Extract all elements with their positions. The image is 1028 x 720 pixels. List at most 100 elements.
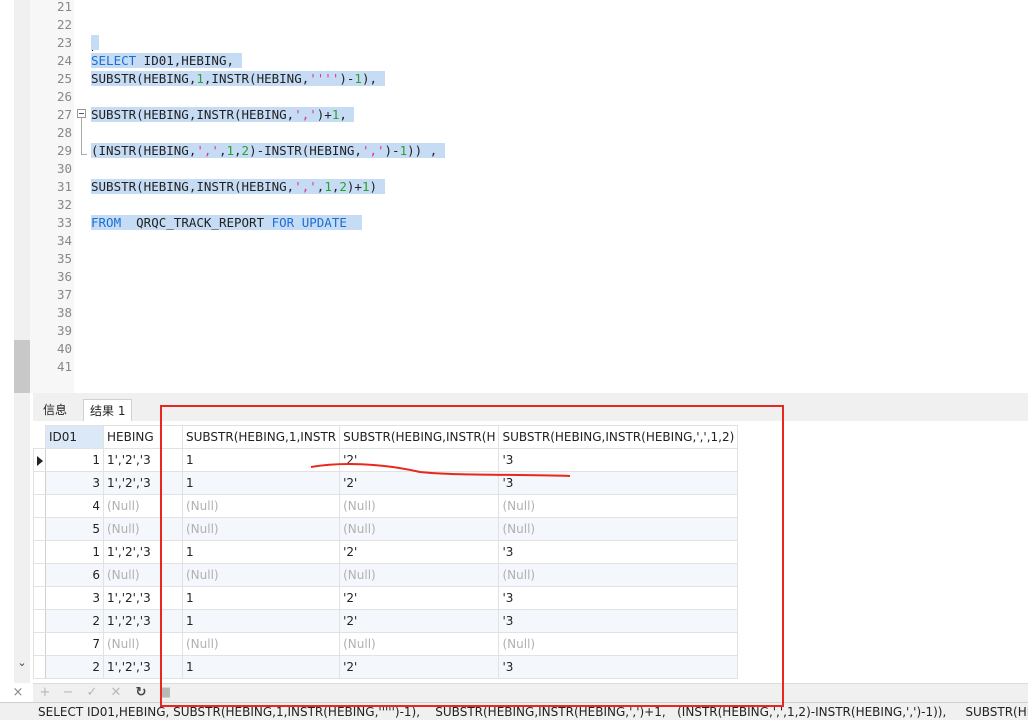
code-line-23[interactable] <box>91 34 99 52</box>
cell-hebing[interactable]: (Null) <box>103 632 183 656</box>
cell-substr-1[interactable]: 1 <box>181 655 341 679</box>
chevron-down-icon[interactable]: ⌄ <box>16 656 28 670</box>
column-header-substr-3[interactable]: SUBSTR(HEBING,INSTR(HEBING,',',1,2) <box>498 425 739 449</box>
cell-substr-3[interactable]: '3 <box>498 471 739 495</box>
result-grid[interactable]: ID01 HEBING SUBSTR(HEBING,1,INSTR SUBSTR… <box>33 421 1028 683</box>
row-indicator[interactable] <box>33 586 46 610</box>
cell-substr-2[interactable]: '2' <box>339 609 500 633</box>
cell-id01[interactable]: 2 <box>45 655 104 679</box>
cell-substr-1[interactable]: (Null) <box>181 632 341 656</box>
cell-id01[interactable]: 3 <box>45 586 104 610</box>
cell-id01[interactable]: 4 <box>45 494 104 518</box>
cell-substr-1[interactable]: 1 <box>181 471 341 495</box>
row-indicator[interactable] <box>33 471 46 495</box>
result-table[interactable]: ID01 HEBING SUBSTR(HEBING,1,INSTR SUBSTR… <box>33 425 739 679</box>
tab-result-1[interactable]: 结果 1 <box>83 399 133 421</box>
sql-editor[interactable]: 21 22 23 24 25 26 27 28 29 30 31 32 33 34 35 36 37 38 39 40… <box>0 0 1028 393</box>
cell-substr-3[interactable]: '3 <box>498 540 739 564</box>
column-header-substr-1[interactable]: SUBSTR(HEBING,1,INSTR <box>181 425 341 449</box>
cell-substr-1[interactable]: 1 <box>181 540 341 564</box>
cell-id01[interactable]: 3 <box>45 471 104 495</box>
cell-hebing[interactable]: 1','2','3 <box>103 655 183 679</box>
editor-vertical-scrollbar[interactable] <box>14 0 30 393</box>
cell-substr-2[interactable]: (Null) <box>339 494 500 518</box>
table-row[interactable]: 1 1','2','3 1'2' '3 <box>33 540 739 564</box>
cell-hebing[interactable]: (Null) <box>103 494 183 518</box>
cross-icon[interactable]: ✕ <box>108 685 124 701</box>
table-row[interactable]: 7 (Null) (Null) (Null) (Null) <box>33 632 739 656</box>
cell-id01[interactable]: 6 <box>45 563 104 587</box>
column-header-substr-2[interactable]: SUBSTR(HEBING,INSTR(H <box>339 425 500 449</box>
tab-info[interactable]: 信息 <box>37 399 73 421</box>
fold-toggle-icon[interactable] <box>77 109 86 118</box>
cell-substr-1[interactable]: 1 <box>181 448 341 472</box>
cell-substr-1[interactable]: (Null) <box>181 517 341 541</box>
column-header-hebing[interactable]: HEBING <box>103 425 161 449</box>
cell-id01[interactable]: 1 <box>45 540 104 564</box>
row-indicator[interactable] <box>33 655 46 679</box>
cell-substr-3[interactable]: (Null) <box>498 517 739 541</box>
cell-substr-2[interactable]: (Null) <box>339 563 500 587</box>
table-row[interactable]: 4 (Null) (Null) (Null) (Null) <box>33 494 739 518</box>
cell-substr-3[interactable]: '3 <box>498 586 739 610</box>
code-line-24[interactable]: SELECT ID01,HEBING, <box>91 52 242 70</box>
cell-id01[interactable]: 1 <box>45 448 104 472</box>
cell-substr-2[interactable]: '2' <box>339 471 500 495</box>
cell-hebing[interactable]: 1','2','3 <box>103 609 183 633</box>
cell-substr-2[interactable]: '2' <box>339 586 500 610</box>
cell-substr-2[interactable]: '2' <box>339 448 500 472</box>
row-indicator[interactable] <box>33 563 46 587</box>
cell-id01[interactable]: 7 <box>45 632 104 656</box>
cell-id01[interactable]: 2 <box>45 609 104 633</box>
table-row[interactable]: 1 1','2','3 1'2' '3 <box>33 448 739 472</box>
code-line-29[interactable]: (INSTR(HEBING,',',1,2)-INSTR(HEBING,',')… <box>91 142 445 160</box>
table-row[interactable]: 3 1','2','3 1'2' '3 <box>33 586 739 610</box>
table-row[interactable]: 3 1','2','3 1'2' '3 <box>33 471 739 495</box>
cell-id01[interactable]: 5 <box>45 517 104 541</box>
row-indicator[interactable] <box>33 517 46 541</box>
cell-hebing[interactable]: 1','2','3 <box>103 540 183 564</box>
cell-substr-3[interactable]: (Null) <box>498 563 739 587</box>
plus-icon[interactable]: + <box>37 685 53 701</box>
code-line-31[interactable]: SUBSTR(HEBING,INSTR(HEBING,',',1,2)+1) <box>91 178 385 196</box>
cell-substr-2[interactable]: '2' <box>339 540 500 564</box>
cell-hebing[interactable]: (Null) <box>103 517 183 541</box>
table-row[interactable]: 5 (Null) (Null) (Null) (Null) <box>33 517 739 541</box>
row-indicator[interactable] <box>33 609 46 633</box>
cell-hebing[interactable]: (Null) <box>103 563 183 587</box>
cell-substr-3[interactable]: (Null) <box>498 632 739 656</box>
cell-substr-3[interactable]: '3 <box>498 655 739 679</box>
cell-substr-3[interactable]: '3 <box>498 448 739 472</box>
cell-hebing[interactable]: 1','2','3 <box>103 471 183 495</box>
cell-substr-2[interactable]: (Null) <box>339 517 500 541</box>
refresh-icon[interactable]: ↻ <box>133 685 149 701</box>
results-vertical-scrollbar[interactable] <box>14 393 30 683</box>
table-row[interactable]: 2 1','2','3 1'2' '3 <box>33 609 739 633</box>
stop-icon[interactable]: ■ <box>157 685 173 701</box>
code-line-25[interactable]: SUBSTR(HEBING,1,INSTR(HEBING,'''')-1), <box>91 70 385 88</box>
table-row[interactable]: 6 (Null) (Null) (Null) (Null) <box>33 563 739 587</box>
column-header-id01[interactable]: ID01 <box>45 425 104 449</box>
cell-hebing[interactable]: 1','2','3 <box>103 586 183 610</box>
row-indicator[interactable] <box>33 632 46 656</box>
cell-substr-1[interactable]: 1 <box>181 609 341 633</box>
close-icon[interactable]: × <box>10 683 26 702</box>
code-line-27[interactable]: SUBSTR(HEBING,INSTR(HEBING,',')+1, <box>91 106 355 124</box>
cell-substr-2[interactable]: '2' <box>339 655 500 679</box>
cell-substr-1[interactable]: (Null) <box>181 494 341 518</box>
line-number: 24 <box>56 53 72 68</box>
row-indicator[interactable] <box>33 540 46 564</box>
minus-icon[interactable]: − <box>60 685 76 701</box>
table-row[interactable]: 2 1','2','3 1'2' '3 <box>33 655 739 679</box>
cell-substr-1[interactable]: 1 <box>181 586 341 610</box>
check-icon[interactable]: ✓ <box>84 685 100 701</box>
editor-scroll-thumb[interactable] <box>14 340 30 393</box>
cell-substr-3[interactable]: '3 <box>498 609 739 633</box>
row-indicator[interactable] <box>33 448 46 472</box>
code-line-33[interactable]: FROM QRQC_TRACK_REPORT FOR UPDATE <box>91 214 362 232</box>
cell-substr-2[interactable]: (Null) <box>339 632 500 656</box>
cell-hebing[interactable]: 1','2','3 <box>103 448 183 472</box>
row-indicator[interactable] <box>33 494 46 518</box>
cell-substr-1[interactable]: (Null) <box>181 563 341 587</box>
cell-substr-3[interactable]: (Null) <box>498 494 739 518</box>
